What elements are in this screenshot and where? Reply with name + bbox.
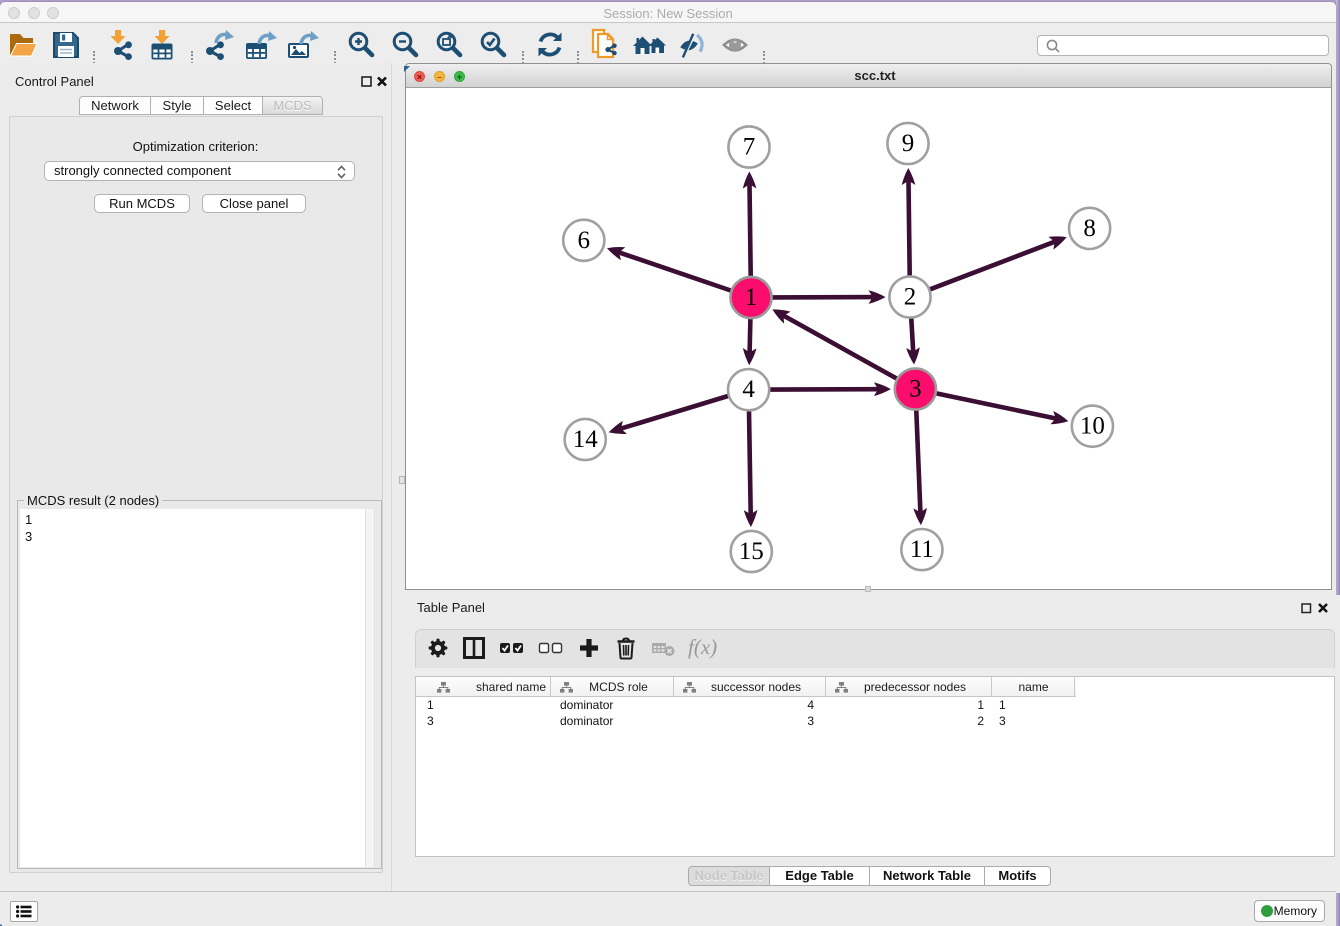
svg-text:2: 2 [904,284,917,311]
svg-text:3: 3 [909,376,922,403]
svg-text:9: 9 [902,130,915,157]
svg-text:10: 10 [1080,413,1105,440]
svg-text:6: 6 [578,227,591,254]
svg-text:1: 1 [745,284,758,311]
svg-text:11: 11 [910,536,934,563]
svg-text:4: 4 [742,376,755,403]
svg-text:8: 8 [1083,215,1096,242]
svg-text:7: 7 [743,134,756,161]
svg-text:15: 15 [739,538,764,565]
svg-text:14: 14 [573,426,599,453]
